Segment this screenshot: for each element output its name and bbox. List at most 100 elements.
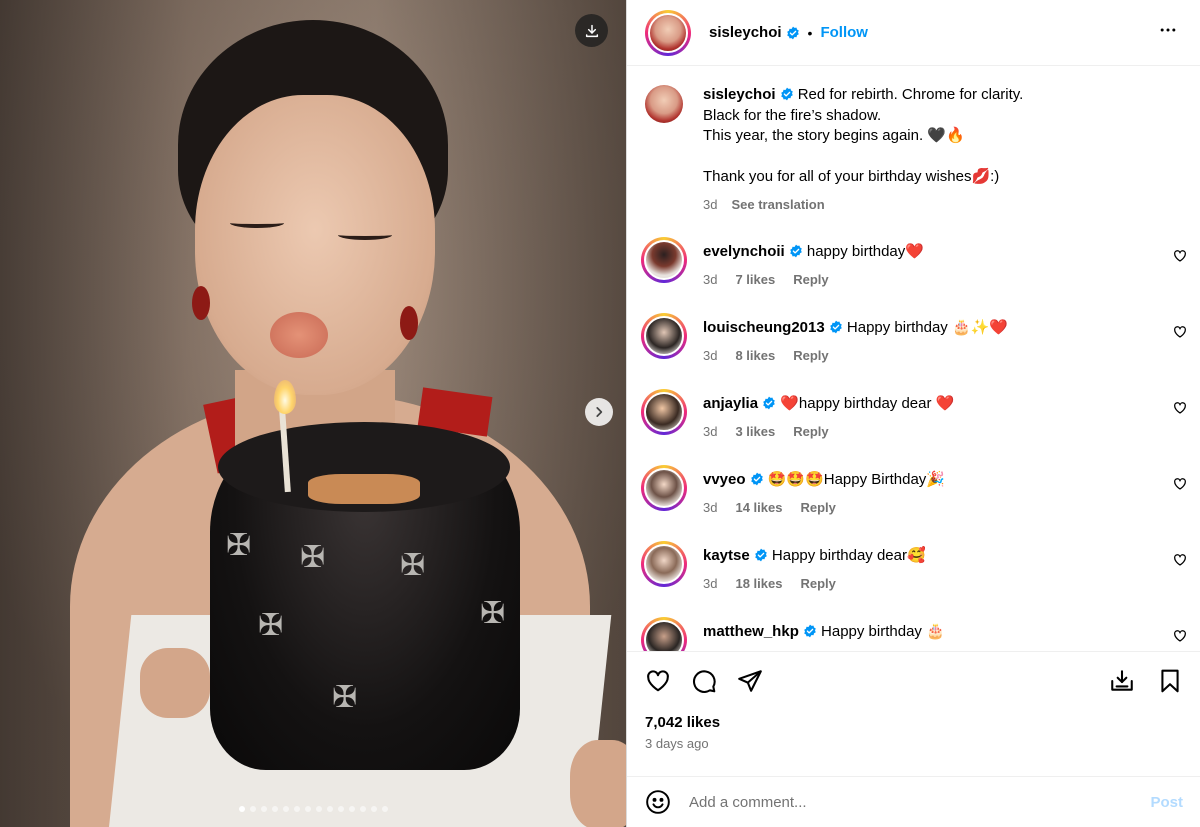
reply-button[interactable]: Reply bbox=[793, 270, 828, 290]
comment-age: 3d bbox=[703, 348, 718, 363]
photo-eye bbox=[230, 218, 284, 228]
caption-author-avatar[interactable] bbox=[645, 85, 683, 123]
download-button[interactable] bbox=[575, 14, 608, 47]
caption-line bbox=[703, 147, 1023, 168]
commenter-avatar[interactable] bbox=[641, 313, 687, 359]
more-options-icon bbox=[1160, 28, 1176, 32]
caption-line: Thank you for all of your birthday wishe… bbox=[703, 168, 1000, 185]
carousel-dot bbox=[315, 806, 322, 812]
photo-cake-cross: ✠ bbox=[400, 549, 426, 582]
commenter-username[interactable]: kaytse bbox=[703, 547, 750, 564]
comment-text: 🤩🤩🤩Happy Birthday🎉 bbox=[767, 471, 945, 488]
download-icon bbox=[585, 24, 598, 37]
heart-icon[interactable] bbox=[645, 668, 671, 694]
share-icon[interactable] bbox=[737, 668, 763, 694]
photo-cake-cross: ✠ bbox=[332, 681, 358, 714]
photo-eye bbox=[338, 230, 392, 240]
carousel-dot bbox=[370, 806, 377, 812]
reply-button[interactable]: Reply bbox=[793, 422, 828, 442]
comment-text: Happy birthday 🎂 bbox=[821, 623, 945, 640]
reply-button[interactable]: Reply bbox=[793, 346, 828, 366]
comment-likes[interactable]: 7 likes bbox=[735, 270, 775, 290]
comment-age: 3d bbox=[703, 272, 718, 287]
comment-like-heart-icon[interactable] bbox=[1173, 553, 1187, 567]
comment-likes[interactable]: 3 likes bbox=[735, 422, 775, 442]
commenter-avatar[interactable] bbox=[641, 617, 687, 651]
commenter-username[interactable]: anjaylia bbox=[703, 395, 758, 412]
comment-likes[interactable]: 14 likes bbox=[735, 498, 782, 518]
caption-author-username[interactable]: sisleychoi bbox=[703, 86, 776, 103]
comment-like-heart-icon[interactable] bbox=[1173, 325, 1187, 339]
comment-age: 3d bbox=[703, 576, 718, 591]
photo-cake-cross: ✠ bbox=[480, 597, 506, 630]
commenter-avatar[interactable] bbox=[641, 237, 687, 283]
photo-earring bbox=[192, 286, 210, 320]
verified-badge-icon bbox=[786, 26, 799, 39]
post-media[interactable]: ✠ ✠ ✠ ✠ ✠ ✠ bbox=[0, 0, 626, 827]
chevron-right-icon bbox=[596, 407, 603, 417]
comment-item: louischeung2013 Happy birthday 🎂✨❤️ 3d 8 l… bbox=[627, 313, 1200, 389]
carousel-dot bbox=[282, 806, 289, 812]
post-comment-button[interactable]: Post bbox=[1150, 794, 1183, 811]
verified-badge-icon bbox=[804, 624, 816, 638]
comment-line: kaytse Happy birthday dear🥰 bbox=[703, 546, 1187, 566]
comment-like-heart-icon[interactable] bbox=[1173, 477, 1187, 491]
comment-meta: 3d 18 likes Reply bbox=[703, 574, 1187, 594]
commenter-username[interactable]: vvyeo bbox=[703, 471, 746, 488]
comment-text: Happy birthday 🎂✨❤️ bbox=[846, 319, 1008, 336]
author-username[interactable]: sisleychoi bbox=[709, 24, 782, 41]
commenter-username[interactable]: matthew_hkp bbox=[703, 623, 799, 640]
photo-hand bbox=[570, 740, 626, 827]
emoji-icon[interactable] bbox=[645, 789, 671, 815]
verified-badge-icon bbox=[763, 396, 775, 410]
post-timestamp[interactable]: 3 days ago bbox=[627, 731, 1200, 751]
comment-like-heart-icon[interactable] bbox=[1173, 249, 1187, 263]
caption-line: sisleychoi Red for rebirth. Chrome for c… bbox=[703, 85, 1023, 106]
commenter-avatar[interactable] bbox=[641, 541, 687, 587]
comment-item: vvyeo 🤩🤩🤩Happy Birthday🎉 3d 14 likes Reply bbox=[627, 465, 1200, 541]
comment-line: matthew_hkp Happy birthday 🎂 bbox=[703, 622, 1187, 642]
comment-meta: 3d 7 likes Reply bbox=[703, 270, 1187, 290]
commenter-avatar[interactable] bbox=[641, 389, 687, 435]
commenter-username[interactable]: evelynchoii bbox=[703, 243, 785, 260]
caption-line: This year, the story begins again. 🖤🔥 bbox=[703, 127, 965, 144]
bookmark-icon[interactable] bbox=[1157, 668, 1183, 694]
photo-candle-flame bbox=[274, 380, 296, 414]
action-bar bbox=[627, 652, 1200, 694]
save-to-collection-icon[interactable] bbox=[1109, 668, 1135, 694]
carousel-dot bbox=[271, 806, 278, 812]
comment-like-heart-icon[interactable] bbox=[1173, 629, 1187, 643]
comment-meta: 3d 3 likes Reply bbox=[703, 422, 1187, 442]
comment-text: ❤️happy birthday dear ❤️ bbox=[780, 395, 955, 412]
see-translation-link[interactable]: See translation bbox=[731, 195, 824, 216]
more-options-button[interactable] bbox=[1154, 16, 1182, 49]
commenter-username[interactable]: louischeung2013 bbox=[703, 319, 825, 336]
reply-button[interactable]: Reply bbox=[800, 498, 835, 518]
verified-badge-icon bbox=[750, 472, 763, 486]
comment-age: 3d bbox=[703, 500, 718, 515]
comment-likes[interactable]: 8 likes bbox=[735, 346, 775, 366]
comments-section[interactable]: sisleychoi Red for rebirth. Chrome for c… bbox=[627, 67, 1200, 651]
comment-item: kaytse Happy birthday dear🥰 3d 18 likes Rep… bbox=[627, 541, 1200, 617]
comment-icon[interactable] bbox=[691, 668, 717, 694]
next-slide-button[interactable] bbox=[585, 398, 613, 426]
comment-text: Happy birthday dear🥰 bbox=[771, 547, 926, 564]
verified-badge-icon bbox=[789, 244, 802, 258]
carousel-dot bbox=[381, 806, 388, 812]
comment-line: vvyeo 🤩🤩🤩Happy Birthday🎉 bbox=[703, 470, 1187, 490]
commenter-avatar[interactable] bbox=[641, 465, 687, 511]
follow-button[interactable]: Follow bbox=[820, 24, 868, 41]
comment-like-heart-icon[interactable] bbox=[1173, 401, 1187, 415]
comment-likes[interactable]: 18 likes bbox=[735, 574, 782, 594]
post-sidebar: sisleychoi • Follow sisleychoi Red for r… bbox=[626, 0, 1200, 827]
reply-button[interactable]: Reply bbox=[800, 574, 835, 594]
photo-cake-cross: ✠ bbox=[258, 609, 284, 642]
author-avatar[interactable] bbox=[645, 9, 691, 56]
comment-item: matthew_hkp Happy birthday 🎂 bbox=[627, 617, 1200, 651]
likes-count[interactable]: 7,042 likes bbox=[627, 694, 1200, 731]
photo-cake-plaque bbox=[308, 474, 420, 504]
photo-lips bbox=[270, 312, 328, 358]
post-actions-area: 7,042 likes 3 days ago bbox=[627, 651, 1200, 776]
photo-earring bbox=[400, 306, 418, 340]
comment-input[interactable] bbox=[689, 793, 1151, 811]
